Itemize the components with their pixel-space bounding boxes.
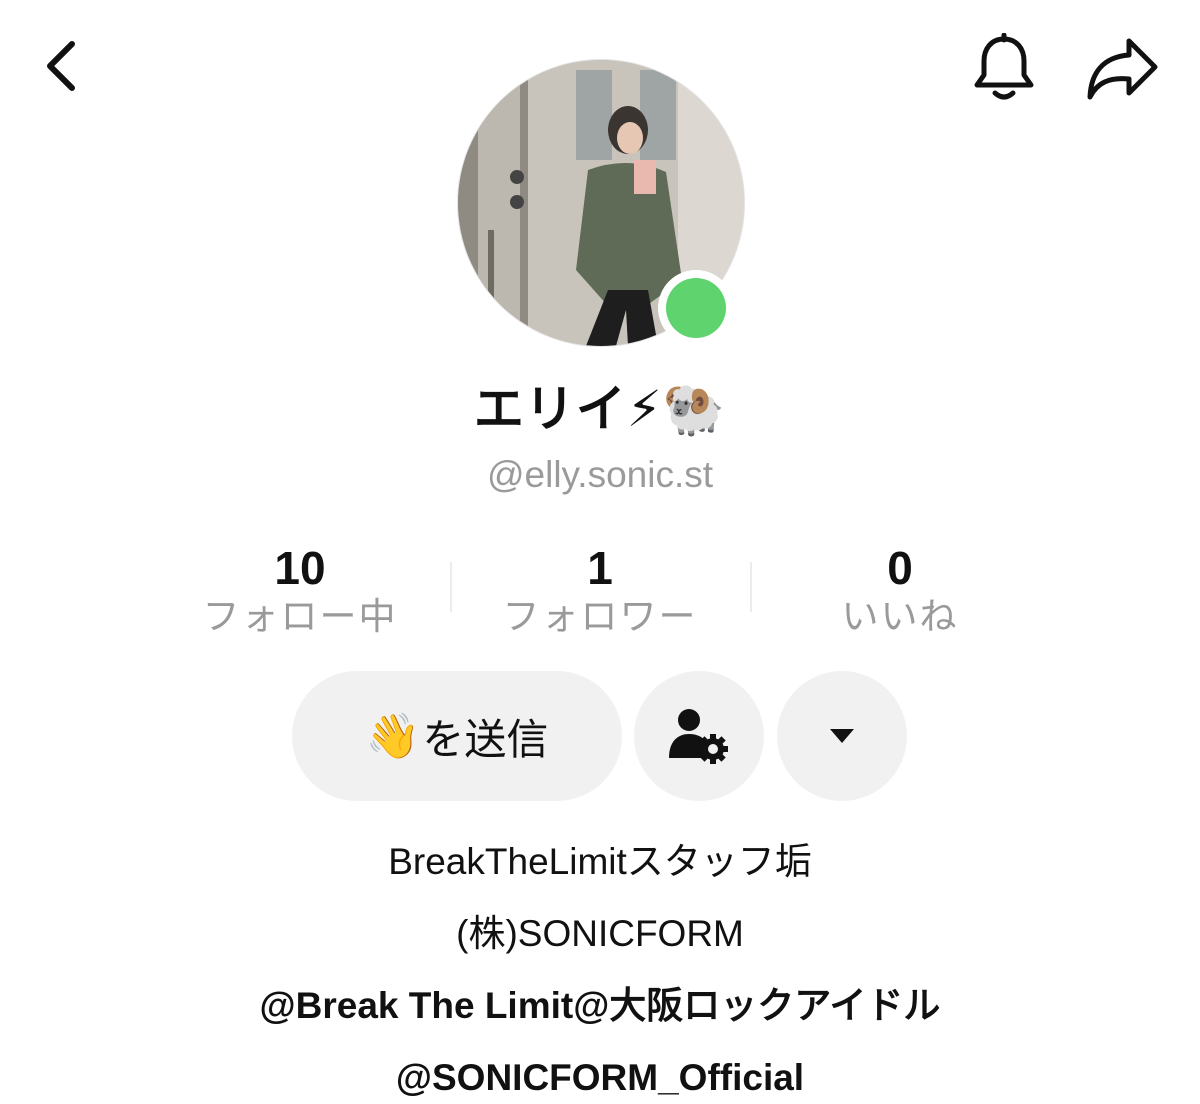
stat-following-label: フォロー中 (202, 596, 398, 637)
user-gear-icon (669, 709, 728, 764)
bio-line-1: BreakTheLimitスタッフ垢 (388, 841, 812, 882)
send-wave-button[interactable]: 👋 を送信 (292, 671, 622, 801)
bell-icon (974, 33, 1034, 100)
stat-followers-count: 1 (587, 542, 613, 594)
notification-bell-button[interactable] (966, 30, 1042, 106)
bio-line-2: (株)SONICFORM (456, 913, 744, 954)
more-options-button[interactable] (777, 671, 907, 801)
user-settings-button[interactable] (634, 671, 764, 801)
profile-stats: 10 フォロー中 1 フォロワー 0 いいね (150, 540, 1050, 640)
stat-following-count: 10 (274, 542, 326, 594)
profile-bio: BreakTheLimitスタッフ垢 (株)SONICFORM @Break T… (0, 826, 1200, 1104)
caret-down-icon (830, 729, 854, 743)
online-dot-icon (666, 278, 726, 338)
bio-mention-sonicform[interactable]: @SONICFORM_Official (0, 1042, 1200, 1104)
send-wave-label: を送信 (422, 715, 549, 763)
stat-likes[interactable]: 0 いいね (750, 540, 1050, 640)
stat-followers[interactable]: 1 フォロワー (450, 540, 750, 640)
bio-mention-break-the-limit[interactable]: @Break The Limit@大阪ロックアイドル (0, 970, 1200, 1042)
stat-following[interactable]: 10 フォロー中 (150, 540, 450, 640)
online-status-indicator (658, 270, 734, 346)
waving-hand-icon: 👋 (365, 712, 421, 761)
stat-followers-label: フォロワー (502, 596, 698, 637)
share-button[interactable] (1082, 30, 1162, 106)
profile-page: エリイ⚡🐏 @elly.sonic.st 10 フォロー中 1 フォロワー 0 … (0, 0, 1200, 1104)
stat-likes-count: 0 (887, 542, 913, 594)
back-button[interactable] (28, 30, 92, 102)
stat-likes-label: いいね (841, 596, 959, 637)
username: @elly.sonic.st (486, 454, 714, 495)
share-arrow-icon (1087, 38, 1158, 100)
chevron-left-icon (47, 41, 75, 91)
display-name: エリイ⚡🐏 (473, 381, 727, 437)
